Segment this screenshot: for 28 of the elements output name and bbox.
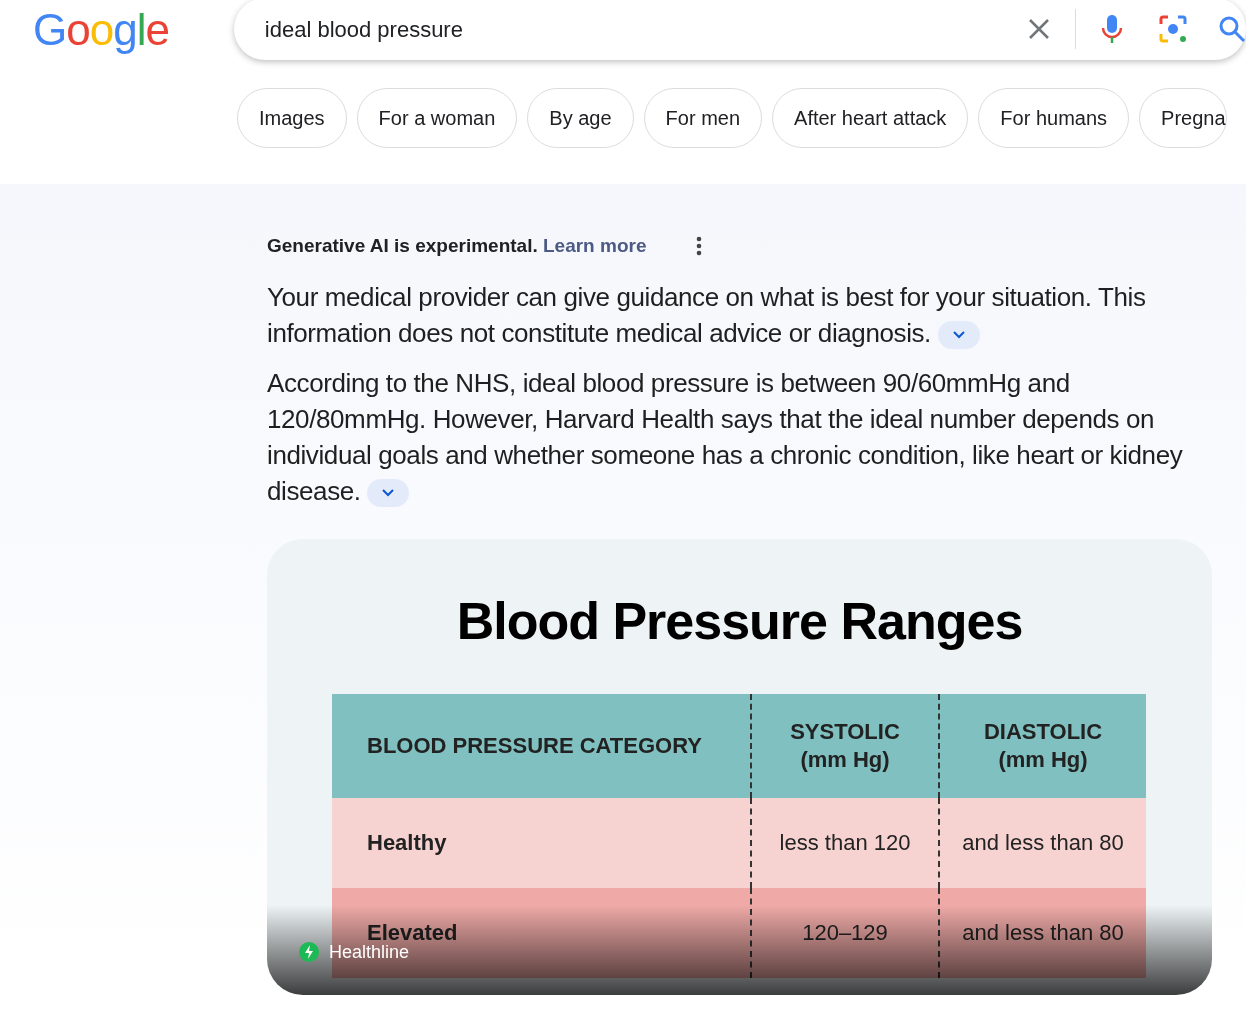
table-cell-text: and less than 80 (962, 829, 1124, 857)
search-field[interactable]: ideal blood pressure (233, 0, 1246, 60)
close-icon[interactable] (1027, 17, 1051, 41)
infographic-card[interactable]: Blood Pressure Ranges BLOOD PRESSURE CATEGORY SYSTOLIC (mm Hg) DIASTOLIC (mm Hg) Healthy less than 120 and less than 80 Elevated 120–129 and less than 80 Healthline (267, 538, 1212, 995)
expand-button[interactable] (367, 478, 410, 507)
column-header: SYSTOLIC (mm Hg) (789, 717, 901, 774)
more-options-icon[interactable] (696, 236, 703, 257)
camera-icon[interactable] (1158, 14, 1188, 44)
table-cell-text: 120–129 (802, 919, 888, 947)
table-cell-text: Healthy (367, 829, 447, 857)
expand-button[interactable] (937, 320, 980, 349)
search-icon[interactable] (1218, 15, 1246, 43)
google-logo[interactable]: Google (33, 4, 210, 56)
search-query: ideal blood pressure (264, 15, 464, 44)
answer-paragraph: According to the NHS, ideal blood pressure is between 90/60mmHg and 120/80mmHg. However, Harvard Health says that the ideal number depends on individual goals and whether someone has a chronic condition, like heart or kidney disease. (267, 366, 1184, 509)
table-cell-text: Elevated (367, 919, 458, 945)
answer-paragraph: Your medical provider can give guidance on what is best for your situation. This information does not constitute medical advice or diagnosis. (267, 280, 1147, 351)
learn-more-link[interactable]: Learn more (543, 235, 647, 256)
ai-notice: Generative AI is experimental. Learn more (267, 234, 647, 258)
column-header: DIASTOLIC (mm Hg) (982, 717, 1104, 774)
chevron-down-icon (951, 329, 966, 340)
table-cell-text: less than 120 (779, 829, 911, 857)
column-header: BLOOD PRESSURE CATEGORY (367, 731, 702, 760)
microphone-icon[interactable] (1100, 13, 1124, 45)
lightning-icon (299, 942, 319, 962)
chevron-down-icon (381, 487, 396, 498)
infographic-title: Blood Pressure Ranges (455, 590, 1024, 652)
table-cell-text: and less than 80 (962, 919, 1124, 947)
